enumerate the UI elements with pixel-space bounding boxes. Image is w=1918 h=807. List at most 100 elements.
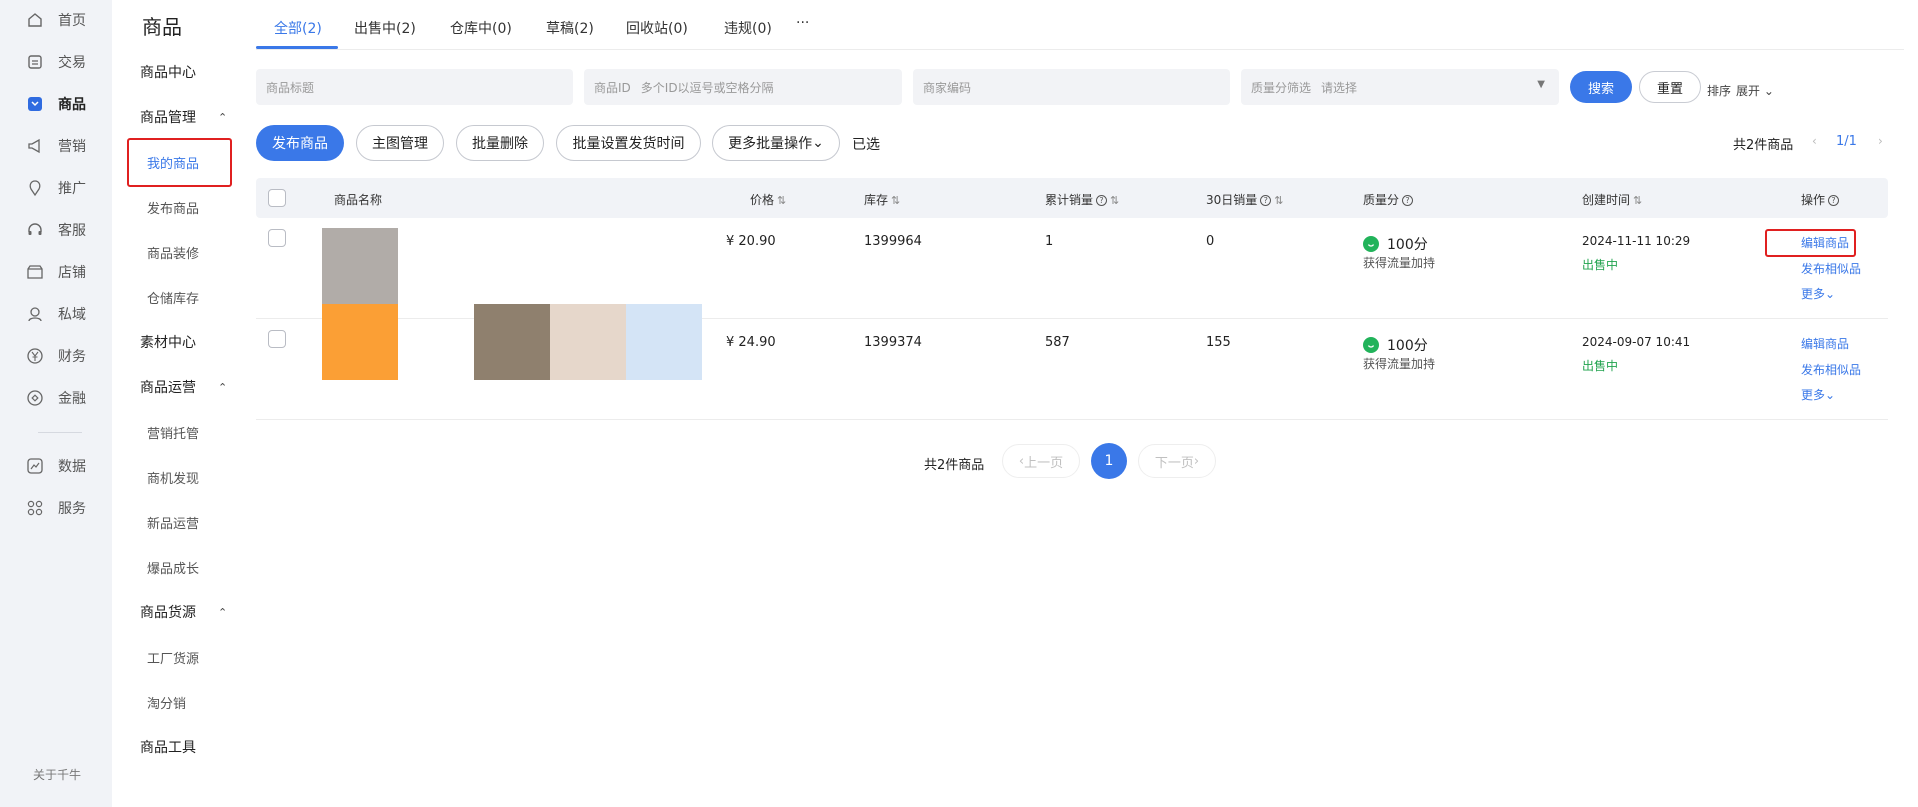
subnav-warehouse[interactable]: 仓储库存: [147, 288, 199, 307]
subnav-material-center[interactable]: 素材中心: [140, 332, 196, 352]
col-stock[interactable]: 库存 ⇅: [864, 191, 900, 208]
tab-violations[interactable]: 违规(0): [724, 18, 772, 38]
sub-nav: 商品 商品中心 商品管理 ⌃ 我的商品 发布商品 商品装修 仓储库存 素材中心 商…: [112, 0, 238, 807]
tab-drafts[interactable]: 草稿(2): [546, 18, 594, 38]
product-thumbnail[interactable]: [626, 304, 702, 380]
nav-item-product[interactable]: 商品: [26, 92, 86, 116]
select-all-checkbox[interactable]: [268, 189, 286, 207]
nav-item-services[interactable]: 服务: [26, 496, 86, 520]
subnav-group-product-ops[interactable]: 商品运营 ⌃: [140, 377, 227, 397]
created-time: 2024-09-07 10:41: [1582, 335, 1691, 349]
subnav-my-products[interactable]: 我的商品: [147, 153, 199, 172]
subnav-publish-product[interactable]: 发布商品: [147, 198, 199, 217]
nav-label: 财务: [58, 349, 86, 365]
publish-similar-link[interactable]: 发布相似品: [1801, 260, 1861, 277]
nav-label: 营销: [58, 139, 86, 155]
col-name: 商品名称: [334, 193, 383, 207]
chevron-right-icon: ›: [1193, 453, 1200, 469]
prev-page-icon[interactable]: ‹: [1812, 134, 1817, 148]
quality-score: 100分: [1363, 234, 1428, 254]
nav-label: 店铺: [58, 265, 86, 281]
col-sales-30[interactable]: 30日销量? ⇅: [1206, 191, 1284, 208]
subnav-product-tools[interactable]: 商品工具: [140, 737, 196, 757]
subnav-product-decor[interactable]: 商品装修: [147, 243, 199, 262]
edit-product-link[interactable]: 编辑商品: [1801, 234, 1849, 251]
next-page-icon[interactable]: ›: [1878, 134, 1883, 148]
product-thumbnail[interactable]: [550, 304, 626, 380]
subnav-marketing-hosting[interactable]: 营销托管: [147, 423, 199, 442]
tab-recycle-bin[interactable]: 回收站(0): [626, 18, 688, 38]
publish-product-button[interactable]: 发布商品: [256, 125, 344, 161]
nav-item-private[interactable]: 私域: [26, 302, 86, 326]
active-tab-indicator: [256, 46, 338, 49]
tab-all[interactable]: 全部(2): [274, 18, 322, 38]
search-button[interactable]: 搜索: [1570, 71, 1632, 103]
finance-icon: [26, 389, 44, 407]
more-ops-link[interactable]: 更多⌄: [1801, 386, 1835, 403]
row-checkbox[interactable]: [268, 330, 286, 348]
subnav-product-center[interactable]: 商品中心: [140, 62, 196, 82]
megaphone-icon: [26, 137, 44, 155]
col-total-sales[interactable]: 累计销量? ⇅: [1045, 191, 1119, 208]
subnav-new-product-ops[interactable]: 新品运营: [147, 513, 199, 532]
expand-toggle[interactable]: 展开 ⌄: [1736, 82, 1774, 99]
sort-icon: ⇅: [1633, 194, 1643, 207]
more-batch-ops-button[interactable]: 更多批量操作 ⌄: [712, 125, 840, 161]
title-filter-input[interactable]: 商品标题: [256, 69, 573, 105]
table-row: ¥ 24.90 1399374 587 155 100分 获得流量加持 2024…: [256, 304, 1888, 420]
nav-item-finance[interactable]: 财务: [26, 344, 86, 368]
col-label: 库存: [864, 193, 889, 207]
more-label: 更多: [1801, 287, 1826, 301]
publish-similar-link[interactable]: 发布相似品: [1801, 361, 1861, 378]
col-created[interactable]: 创建时间 ⇅: [1582, 191, 1642, 208]
nav-item-trade[interactable]: 交易: [26, 50, 86, 74]
yuan-icon: [26, 347, 44, 365]
product-thumbnail[interactable]: [322, 304, 398, 380]
smile-icon: [1363, 337, 1379, 353]
subnav-hot-growth[interactable]: 爆品成长: [147, 558, 199, 577]
more-ops-link[interactable]: 更多⌄: [1801, 285, 1835, 302]
next-page-button[interactable]: 下一页 ›: [1138, 444, 1216, 478]
nav-item-store[interactable]: 店铺: [26, 260, 86, 284]
quality-note: 获得流量加持: [1363, 256, 1436, 270]
created-time: 2024-11-11 10:29: [1582, 234, 1691, 248]
subnav-factory-supply[interactable]: 工厂货源: [147, 648, 199, 667]
subnav-group-product-supply[interactable]: 商品货源 ⌃: [140, 602, 227, 622]
product-thumbnail[interactable]: [474, 304, 550, 380]
subnav-label: 商品运营: [140, 380, 196, 396]
prev-page-button[interactable]: ‹ 上一页: [1002, 444, 1080, 478]
batch-ship-time-button[interactable]: 批量设置发货时间: [556, 125, 701, 161]
col-price[interactable]: 价格 ⇅: [750, 191, 786, 208]
subnav-label: 商品管理: [140, 110, 196, 126]
stock: 1399964: [864, 234, 922, 249]
edit-product-link[interactable]: 编辑商品: [1801, 335, 1849, 352]
tab-more[interactable]: ···: [796, 15, 809, 31]
main-image-mgmt-button[interactable]: 主图管理: [356, 125, 444, 161]
page-indicator: 1/1: [1836, 134, 1857, 149]
nav-item-marketing[interactable]: 营销: [26, 134, 86, 158]
help-icon: ?: [1096, 195, 1108, 206]
batch-delete-button[interactable]: 批量删除: [456, 125, 544, 161]
about-link[interactable]: 关于千牛: [33, 766, 81, 783]
row-checkbox[interactable]: [268, 229, 286, 247]
nav-item-data[interactable]: 数据: [26, 454, 86, 478]
nav-item-service-chat[interactable]: 客服: [26, 218, 86, 242]
sort-label: 排序: [1707, 84, 1732, 98]
reset-button[interactable]: 重置: [1639, 71, 1701, 103]
id-filter-input[interactable]: 商品ID 多个ID以逗号或空格分隔: [584, 69, 902, 105]
tab-on-sale[interactable]: 出售中(2): [354, 18, 416, 38]
product-thumbnail[interactable]: [322, 228, 398, 304]
tab-warehouse[interactable]: 仓库中(0): [450, 18, 512, 38]
quality-score-select[interactable]: 质量分筛选 请选择 ▼: [1241, 69, 1559, 105]
nav-item-promote[interactable]: 推广: [26, 176, 86, 200]
subnav-group-product-mgmt[interactable]: 商品管理 ⌃: [140, 107, 227, 127]
col-label: 30日销量: [1206, 193, 1258, 207]
nav-item-home[interactable]: 首页: [26, 8, 86, 32]
subnav-opportunity[interactable]: 商机发现: [147, 468, 199, 487]
page-1-button[interactable]: 1: [1091, 443, 1127, 479]
subnav-label: 商品工具: [140, 740, 196, 756]
nav-label: 推广: [58, 181, 86, 197]
subnav-taofenxiao[interactable]: 淘分销: [147, 693, 186, 712]
nav-item-banking[interactable]: 金融: [26, 386, 86, 410]
merchant-code-input[interactable]: 商家编码: [913, 69, 1230, 105]
